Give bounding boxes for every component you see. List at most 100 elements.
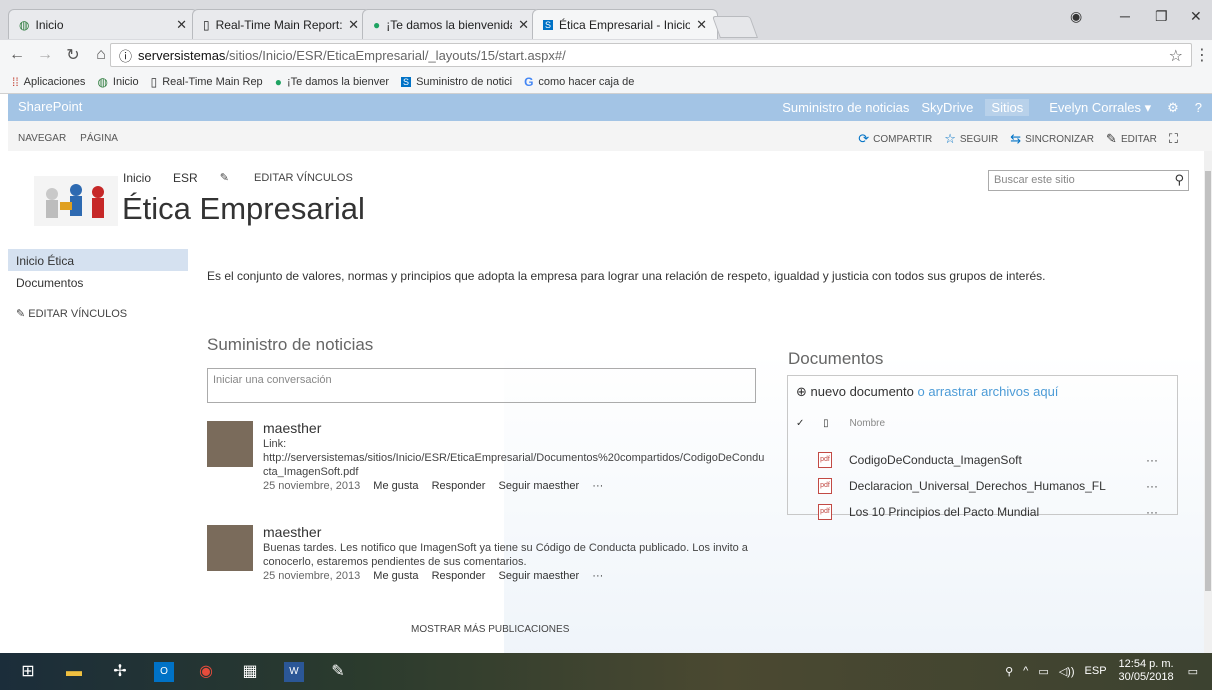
close-icon[interactable]: ✕ [696, 17, 707, 33]
sharepoint-brand[interactable]: SharePoint [18, 99, 82, 114]
bookmark-report[interactable]: ▯ Real-Time Main Rep [151, 75, 263, 89]
bookmark-welcome[interactable]: ● ¡Te damos la bienver [275, 75, 389, 89]
page-scrollbar[interactable] [1204, 151, 1212, 653]
back-icon[interactable]: ← [6, 46, 28, 64]
reply-button[interactable]: Responder [432, 480, 486, 492]
user-menu[interactable]: Evelyn Corrales ▾ [1049, 100, 1151, 116]
calculator-icon[interactable]: ▦ [240, 662, 260, 682]
avatar[interactable] [207, 421, 253, 467]
ribbon-tab-navigate[interactable]: NAVEGAR [18, 133, 66, 144]
suite-link-newsfeed[interactable]: Suministro de noticias [782, 100, 909, 115]
edit-button[interactable]: ✎ EDITAR [1106, 131, 1157, 147]
breadcrumb-esr[interactable]: ESR [173, 171, 198, 185]
more-icon[interactable]: ··· [592, 480, 603, 492]
share-button[interactable]: ⟳ COMPARTIR [858, 131, 932, 147]
browser-tab[interactable]: ▯ Real-Time Main Report: A ✕ [192, 9, 370, 39]
post-date[interactable]: 25 noviembre, 2013 [263, 570, 360, 582]
documents-title[interactable]: Documentos [788, 349, 883, 369]
suite-link-sites[interactable]: Sitios [985, 99, 1030, 116]
info-icon[interactable]: ⓘ [119, 46, 132, 65]
close-window-icon[interactable]: ✕ [1190, 8, 1202, 25]
newsfeed-title[interactable]: Suministro de noticias [207, 335, 373, 355]
sync-button[interactable]: ⇆ SINCRONIZAR [1010, 131, 1094, 147]
chevron-up-icon[interactable]: ^ [1023, 665, 1028, 677]
follow-user-button[interactable]: Seguir maesther [499, 570, 580, 582]
post-date[interactable]: 25 noviembre, 2013 [263, 480, 360, 492]
reload-icon[interactable]: ↻ [62, 45, 84, 65]
like-button[interactable]: Me gusta [373, 480, 418, 492]
profile-icon[interactable]: ◉ [1070, 8, 1082, 25]
people-icon[interactable]: ⚲ [1005, 665, 1013, 678]
close-icon[interactable]: ✕ [518, 17, 529, 33]
restore-icon[interactable]: ❐ [1155, 8, 1168, 25]
new-tab-button[interactable] [711, 16, 759, 38]
word-icon[interactable]: W [284, 662, 304, 682]
post-author[interactable]: maesther [263, 525, 763, 539]
document-row[interactable]: pdf CodigoDeConducta_ImagenSoft ··· [818, 452, 1158, 468]
column-header-name[interactable]: Nombre [849, 418, 885, 429]
pencil-icon: ✎ [1106, 131, 1117, 146]
minimize-icon[interactable]: ─ [1120, 8, 1130, 24]
bookmark-apps[interactable]: ⁞⁞ Aplicaciones [12, 75, 85, 89]
ribbon-tab-page[interactable]: PÁGINA [80, 133, 118, 144]
search-icon[interactable]: ⚲ [1174, 172, 1184, 188]
volume-icon[interactable]: ◁)) [1059, 665, 1075, 678]
breadcrumb-inicio[interactable]: Inicio [123, 171, 151, 185]
quicklaunch-item-inicio-etica[interactable]: Inicio Ética [8, 249, 188, 271]
document-row[interactable]: pdf Los 10 Principios del Pacto Mundial … [818, 504, 1158, 520]
more-icon[interactable]: ··· [1146, 453, 1158, 467]
more-icon[interactable]: ··· [1146, 479, 1158, 493]
close-icon[interactable]: ✕ [348, 17, 359, 33]
help-icon[interactable]: ? [1195, 100, 1202, 115]
search-input[interactable]: Buscar este sitio ⚲ [988, 170, 1189, 191]
like-button[interactable]: Me gusta [373, 570, 418, 582]
post-link[interactable]: http://serversistemas/sitios/Inicio/ESR/… [263, 451, 764, 465]
quicklaunch-item-documentos[interactable]: Documentos [8, 271, 188, 293]
check-icon[interactable]: ✓ [796, 418, 804, 429]
post-link-cont[interactable]: cta_ImagenSoft.pdf [263, 465, 763, 479]
bookmark-google[interactable]: Gcomo hacer caja de [524, 75, 634, 89]
document-link[interactable]: Declaracion_Universal_Derechos_Humanos_F… [849, 479, 1106, 493]
windows-start-icon[interactable]: ⊞ [18, 662, 38, 682]
file-explorer-icon[interactable]: ▬ [64, 662, 84, 682]
follow-user-button[interactable]: Seguir maesther [499, 480, 580, 492]
document-link[interactable]: Los 10 Principios del Pacto Mundial [849, 505, 1039, 519]
browser-tab-active[interactable]: S Ética Empresarial - Inicio ✕ [532, 9, 718, 39]
focus-icon[interactable]: ⛶ [1169, 131, 1182, 147]
outlook-icon[interactable]: O [154, 662, 174, 682]
bookmark-inicio[interactable]: ◍ Inicio [97, 75, 138, 89]
document-link[interactable]: CodigoDeConducta_ImagenSoft [849, 453, 1022, 467]
avatar[interactable] [207, 525, 253, 571]
scrollbar-thumb[interactable] [1205, 171, 1211, 591]
follow-button[interactable]: ☆ SEGUIR [944, 131, 998, 147]
show-more-posts-link[interactable]: MOSTRAR MÁS PUBLICACIONES [411, 624, 569, 635]
close-icon[interactable]: ✕ [176, 17, 187, 33]
language-indicator[interactable]: ESP [1085, 665, 1107, 677]
browser-tab[interactable]: ● ¡Te damos la bienvenida a ✕ [362, 9, 540, 39]
bookmark-news[interactable]: S Suministro de notici [401, 76, 512, 88]
edit-links-button[interactable]: ✎ EDITAR VÍNCULOS [220, 171, 375, 185]
home-icon[interactable]: ⌂ [90, 46, 112, 64]
clock[interactable]: 12:54 p. m. 30/05/2018 [1119, 658, 1174, 684]
chrome-icon[interactable]: ◉ [196, 662, 216, 682]
notifications-icon[interactable]: ▭ [1188, 665, 1198, 678]
suite-link-skydrive[interactable]: SkyDrive [921, 100, 973, 115]
post-author[interactable]: maesther [263, 421, 763, 435]
more-icon[interactable]: ··· [1146, 505, 1158, 519]
quicklaunch-edit-links[interactable]: ✎ EDITAR VÍNCULOS [8, 307, 188, 320]
more-icon[interactable]: ··· [592, 570, 603, 582]
chrome-menu-icon[interactable]: ⋮ [1194, 45, 1210, 65]
new-document-button[interactable]: ⊕ nuevo documento o arrastrar archivos a… [796, 384, 1058, 400]
paint-icon[interactable]: ✎ [328, 662, 348, 682]
app-icon[interactable]: ✢ [110, 662, 130, 682]
forward-icon[interactable]: → [34, 46, 56, 64]
url-input[interactable]: ⓘ serversistemas /sitios/Inicio/ESR/Etic… [110, 43, 1192, 67]
start-conversation-input[interactable]: Iniciar una conversación [207, 368, 756, 403]
network-icon[interactable]: ▭ [1038, 665, 1048, 678]
reply-button[interactable]: Responder [432, 570, 486, 582]
star-icon[interactable]: ☆ [1169, 46, 1183, 66]
document-row[interactable]: pdf Declaracion_Universal_Derechos_Human… [818, 478, 1158, 494]
browser-tab[interactable]: ◍ Inicio ✕ [8, 9, 198, 39]
gear-icon[interactable]: ⚙ [1167, 100, 1179, 116]
page-title[interactable]: Ética Empresarial [122, 191, 365, 227]
